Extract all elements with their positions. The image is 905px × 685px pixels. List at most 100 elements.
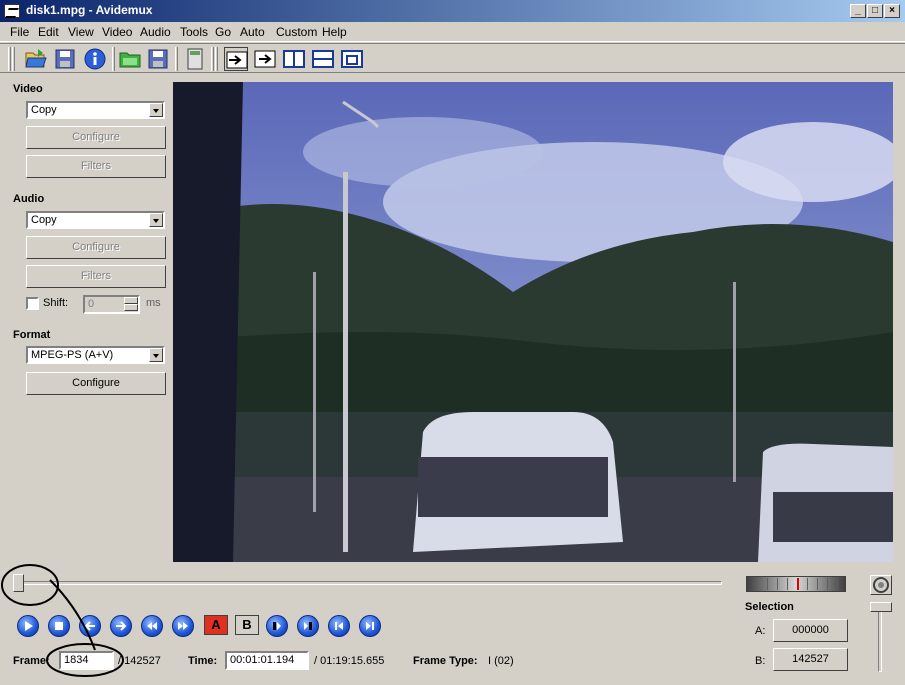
video-filters-button[interactable]: Filters (26, 155, 166, 178)
jog-tick (827, 578, 828, 590)
menu-help[interactable]: Help (322, 25, 347, 39)
jog-tick (817, 578, 818, 590)
menu-tools[interactable]: Tools (180, 25, 208, 39)
next-keyframe-button[interactable] (172, 615, 194, 637)
volume-thumb[interactable] (870, 602, 892, 612)
menu-auto[interactable]: Auto (240, 25, 265, 39)
menu-video[interactable]: Video (102, 25, 132, 39)
frame-type-label: Frame Type: (413, 655, 478, 667)
format-configure-button[interactable]: Configure (26, 372, 166, 395)
time-label: Time: (188, 655, 218, 667)
jog-tick (837, 578, 838, 590)
shift-value: 0 (88, 298, 95, 310)
spin-down-button[interactable] (124, 304, 138, 311)
save-icon[interactable] (53, 47, 77, 71)
title-bar: disk1.mpg - Avidemux _ □ × (0, 0, 905, 22)
shift-label: Shift: (43, 297, 69, 309)
selection-a-label: A: (755, 625, 766, 637)
marker-b-label: B (242, 617, 252, 632)
format-value: MPEG-PS (A+V) (31, 349, 114, 361)
chevron-down-icon[interactable] (149, 213, 163, 227)
marker-b-icon (304, 622, 312, 630)
time-total: / 01:19:15.655 (314, 655, 385, 667)
menu-edit[interactable]: Edit (38, 25, 59, 39)
format-section-label: Format (13, 329, 51, 341)
volume-icon[interactable] (870, 575, 892, 595)
jog-tick (777, 578, 778, 590)
set-marker-b-button[interactable]: B (235, 615, 259, 635)
video-configure-button[interactable]: Configure (26, 126, 166, 149)
goto-marker-a-button[interactable] (266, 615, 288, 637)
open-folder-icon[interactable] (118, 47, 142, 71)
video-codec-value: Copy (31, 104, 57, 116)
audio-codec-value: Copy (31, 214, 57, 226)
separate-view-icon[interactable] (340, 47, 364, 71)
marker-a-icon (273, 622, 281, 630)
format-select[interactable]: MPEG-PS (A+V) (26, 346, 165, 364)
open-icon[interactable] (24, 47, 48, 71)
toolbar-grip[interactable] (8, 47, 11, 71)
selection-a-button[interactable]: 000000 (773, 619, 848, 642)
info-icon[interactable] (83, 47, 107, 71)
marker-a-label: A (211, 617, 221, 632)
frame-type-value: I (02) (488, 655, 514, 667)
window-title: disk1.mpg - Avidemux (26, 3, 153, 17)
menu-view[interactable]: View (68, 25, 94, 39)
spin-up-button[interactable] (124, 297, 138, 304)
close-button[interactable]: × (884, 4, 900, 18)
selection-b-button[interactable]: 142527 (773, 648, 848, 671)
time-input[interactable]: 00:01:01.194 (225, 651, 309, 670)
time-value: 00:01:01.194 (230, 654, 295, 666)
jog-tick (807, 578, 808, 590)
audio-section-label: Audio (13, 193, 45, 205)
shift-input[interactable]: 0 (83, 295, 140, 314)
jog-tick (757, 578, 758, 590)
annotation-circles (1, 564, 124, 677)
selection-b-value: 142527 (792, 653, 829, 665)
skip-forward-icon (366, 622, 374, 630)
selection-a-value: 000000 (792, 624, 829, 636)
jog-marker (797, 578, 799, 590)
chevron-down-icon[interactable] (149, 348, 163, 362)
goto-marker-b-button[interactable] (297, 615, 319, 637)
audio-configure-button[interactable]: Configure (26, 236, 166, 259)
maximize-button[interactable]: □ (867, 4, 883, 18)
last-frame-button[interactable] (359, 615, 381, 637)
audio-codec-select[interactable]: Copy (26, 211, 165, 229)
toolbar-grip[interactable] (215, 47, 218, 71)
toolbar-separator (112, 47, 115, 71)
save-video-icon[interactable] (146, 47, 170, 71)
toolbar-separator (175, 47, 178, 71)
top-bottom-view-icon[interactable] (311, 47, 335, 71)
previous-keyframe-button[interactable] (141, 615, 163, 637)
video-preview (173, 82, 893, 562)
side-view-icon[interactable] (282, 47, 306, 71)
selection-b-label: B: (755, 655, 766, 667)
selection-label: Selection (745, 601, 794, 613)
input-preview-icon[interactable] (224, 47, 248, 71)
jog-shuttle[interactable] (746, 576, 846, 592)
first-frame-button[interactable] (328, 615, 350, 637)
menu-audio[interactable]: Audio (140, 25, 171, 39)
menu-custom[interactable]: Custom (276, 25, 317, 39)
set-marker-a-button[interactable]: A (204, 615, 228, 635)
audio-filters-button[interactable]: Filters (26, 265, 166, 288)
toolbar-grip[interactable] (211, 47, 214, 71)
toolbar-grip[interactable] (12, 47, 15, 71)
video-codec-select[interactable]: Copy (26, 101, 165, 119)
shift-unit: ms (146, 297, 161, 309)
menu-go[interactable]: Go (215, 25, 231, 39)
chevron-down-icon[interactable] (149, 103, 163, 117)
jog-tick (787, 578, 788, 590)
shift-checkbox[interactable] (26, 297, 39, 310)
video-section-label: Video (13, 83, 43, 95)
volume-track[interactable] (878, 606, 882, 672)
calculator-icon[interactable] (183, 47, 207, 71)
rewind-icon (147, 622, 157, 630)
fast-forward-icon (178, 622, 188, 630)
minimize-button[interactable]: _ (850, 4, 866, 18)
menu-file[interactable]: File (10, 25, 29, 39)
output-preview-icon[interactable] (253, 47, 277, 71)
menu-bar: File Edit View Video Audio Tools Go Auto… (0, 22, 905, 42)
toolbar (0, 43, 905, 73)
